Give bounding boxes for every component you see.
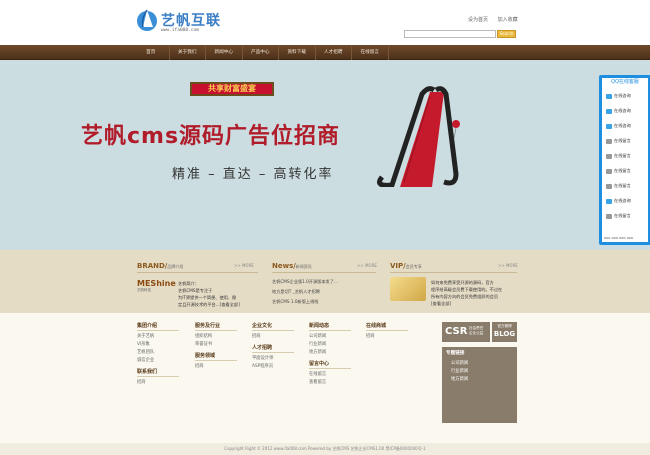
news-item[interactable]: 艺帆CMS 1.0新版上线啦 bbox=[272, 297, 338, 307]
footer-link[interactable]: 查看留言 bbox=[309, 379, 351, 387]
qq-online-icon bbox=[606, 123, 612, 129]
footer-link[interactable]: 行业新闻 bbox=[309, 341, 351, 349]
qq-offline-icon bbox=[606, 183, 612, 189]
ad-banner[interactable] bbox=[0, 60, 650, 250]
news-item[interactable]: 艺帆CMS企业版1.0开源版本发了... bbox=[272, 277, 338, 287]
footer-link[interactable]: 招商 bbox=[137, 379, 179, 387]
topic-link[interactable]: 行业新闻 bbox=[446, 368, 513, 376]
add-favorite-link[interactable]: 加入收藏 bbox=[498, 17, 518, 23]
sail-logo-icon bbox=[137, 9, 157, 31]
footer-link[interactable]: 公司新闻 bbox=[309, 333, 351, 341]
qq-message-4[interactable]: 在线留言 bbox=[606, 182, 646, 189]
nav-about[interactable]: 关于我们 bbox=[170, 45, 206, 60]
brand-heading: BRAND/品牌介绍 bbox=[137, 262, 184, 270]
logo-url: www.ifa008.com bbox=[161, 28, 199, 33]
qq-footer: ooo ooo ooo ooo bbox=[604, 236, 634, 240]
qq-online-service: QQ在线客服 在线咨询 在线咨询 在线咨询 在线留言 在线留言 在线留言 在线留… bbox=[599, 75, 650, 245]
qq-consult-3[interactable]: 在线咨询 bbox=[606, 122, 646, 129]
footer-col-culture: 企业文化 招商 人才招聘 平面设计师 ASP程序员 bbox=[252, 322, 294, 371]
footer-link[interactable]: VI形象 bbox=[137, 341, 179, 349]
footer-link[interactable]: 招商 bbox=[366, 333, 408, 341]
nav-products[interactable]: 产品中心 bbox=[243, 45, 279, 60]
set-homepage-link[interactable]: 设为首页 bbox=[468, 17, 488, 23]
topic-link[interactable]: 公司新闻 bbox=[446, 360, 513, 368]
qq-offline-icon bbox=[606, 213, 612, 219]
qq-message-1[interactable]: 在线留言 bbox=[606, 137, 646, 144]
top-links: 设为首页 加入收藏 bbox=[468, 16, 526, 23]
logo-text: 艺帆互联 bbox=[161, 13, 221, 29]
vip-divider bbox=[390, 272, 517, 273]
banner-subtitle: 精准 – 直达 – 高转化率 bbox=[172, 167, 334, 182]
footer-link[interactable]: 关于艺帆 bbox=[137, 333, 179, 341]
qq-title: QQ在线客服 bbox=[611, 79, 639, 85]
search-bar: Search bbox=[404, 30, 516, 38]
footer-link[interactable]: 诚信企业 bbox=[137, 357, 179, 365]
footer-col-services: 服务及行业 组织结构 荣誉证书 服务领域 招商 bbox=[195, 322, 237, 371]
banner-title: 艺帆cms源码广告位招商 bbox=[81, 124, 341, 149]
footer-link[interactable]: 在线留言 bbox=[309, 371, 351, 379]
main-nav: 首页 关于我们 新闻中心 产品中心 资料下载 人才招聘 在线留言 bbox=[0, 45, 650, 60]
qq-message-3[interactable]: 在线留言 bbox=[606, 167, 646, 174]
qq-consult-1[interactable]: 在线咨询 bbox=[606, 92, 646, 99]
qq-message-5[interactable]: 在线留言 bbox=[606, 212, 646, 219]
footer-link[interactable]: 招商 bbox=[252, 333, 294, 341]
qq-offline-icon bbox=[606, 138, 612, 144]
site-logo[interactable]: 艺帆互联 www.ifa008.com bbox=[137, 7, 232, 39]
qq-consult-4[interactable]: 在线咨询 bbox=[606, 197, 646, 204]
footer-link[interactable]: 地方新闻 bbox=[309, 349, 351, 357]
search-input[interactable] bbox=[404, 30, 496, 38]
news-item[interactable]: 地方是切T _艺帆人才招聘 bbox=[272, 287, 338, 297]
escalator-illustration bbox=[377, 86, 460, 187]
brand-logo: MEShine 艺帆科技 bbox=[137, 279, 176, 292]
footer-link[interactable]: 组织结构 bbox=[195, 333, 237, 341]
footer-link[interactable]: 艺帆团队 bbox=[137, 349, 179, 357]
nav-home[interactable]: 首页 bbox=[133, 45, 170, 60]
footer-link[interactable]: 平面设计师 bbox=[252, 355, 294, 363]
qq-consult-2[interactable]: 在线咨询 bbox=[606, 107, 646, 114]
nav-message[interactable]: 在线留言 bbox=[352, 45, 389, 60]
footer-col-shop: 在线商城 招商 bbox=[366, 322, 408, 341]
search-button[interactable]: Search bbox=[497, 30, 516, 38]
topic-link[interactable]: 地方新闻 bbox=[446, 376, 513, 384]
footer-col-news: 新闻动态 公司新闻 行业新闻 地方新闻 留言中心 在线留言 查看留言 bbox=[309, 322, 351, 387]
csr-badge[interactable]: CSR 社会责任 企业公益 bbox=[442, 322, 490, 342]
copyright: Copyright Right © 2012 www.ifa008.com Po… bbox=[0, 443, 650, 455]
brand-intro: 艺帆简介： 艺帆CMS是专注于 为IT界提供一个简便、使用、稳 定且开源技术的平台..… bbox=[178, 281, 240, 307]
qq-online-icon bbox=[606, 108, 612, 114]
qq-offline-icon bbox=[606, 168, 612, 174]
qq-offline-icon bbox=[606, 153, 612, 159]
vip-card-image bbox=[390, 277, 426, 301]
qq-online-icon bbox=[606, 198, 612, 204]
topic-links-box: 专题链接 公司新闻 行业新闻 地方新闻 bbox=[442, 347, 517, 423]
brand-more-link[interactable]: >> MORE bbox=[234, 263, 254, 268]
nav-jobs[interactable]: 人才招聘 bbox=[316, 45, 352, 60]
news-heading: News/新闻资讯 bbox=[272, 262, 312, 270]
nav-news[interactable]: 新闻中心 bbox=[206, 45, 243, 60]
brand-divider bbox=[137, 272, 258, 273]
news-more-link[interactable]: >> MORE bbox=[357, 263, 377, 268]
footer-col-group: 集团介绍 关于艺帆 VI形象 艺帆团队 诚信企业 联系我们 招商 bbox=[137, 322, 179, 387]
news-list: 艺帆CMS企业版1.0开源版本发了... 地方是切T _艺帆人才招聘 艺帆CMS… bbox=[272, 277, 338, 307]
footer-link[interactable]: 荣誉证书 bbox=[195, 341, 237, 349]
news-divider bbox=[272, 272, 376, 273]
qq-message-2[interactable]: 在线留言 bbox=[606, 152, 646, 159]
header: 艺帆互联 www.ifa008.com 设为首页 加入收藏 Search bbox=[0, 0, 650, 45]
footer-link[interactable]: ASP程序员 bbox=[252, 363, 294, 371]
vip-intro: 如何来免费享受开源的源码，官方 程序给高级会员费下载使用的。不过在 所有内容方向的会… bbox=[431, 280, 503, 306]
qq-online-icon bbox=[606, 93, 612, 99]
footer-link[interactable]: 招商 bbox=[195, 363, 237, 371]
blog-badge[interactable]: 官方微博 BLOG bbox=[492, 322, 517, 342]
nav-downloads[interactable]: 资料下载 bbox=[279, 45, 316, 60]
banner-tag: 共享财富盛宴 bbox=[190, 82, 274, 96]
vip-heading: VIP/会员专享 bbox=[390, 262, 422, 270]
vip-more-link[interactable]: >> MORE bbox=[498, 263, 518, 268]
